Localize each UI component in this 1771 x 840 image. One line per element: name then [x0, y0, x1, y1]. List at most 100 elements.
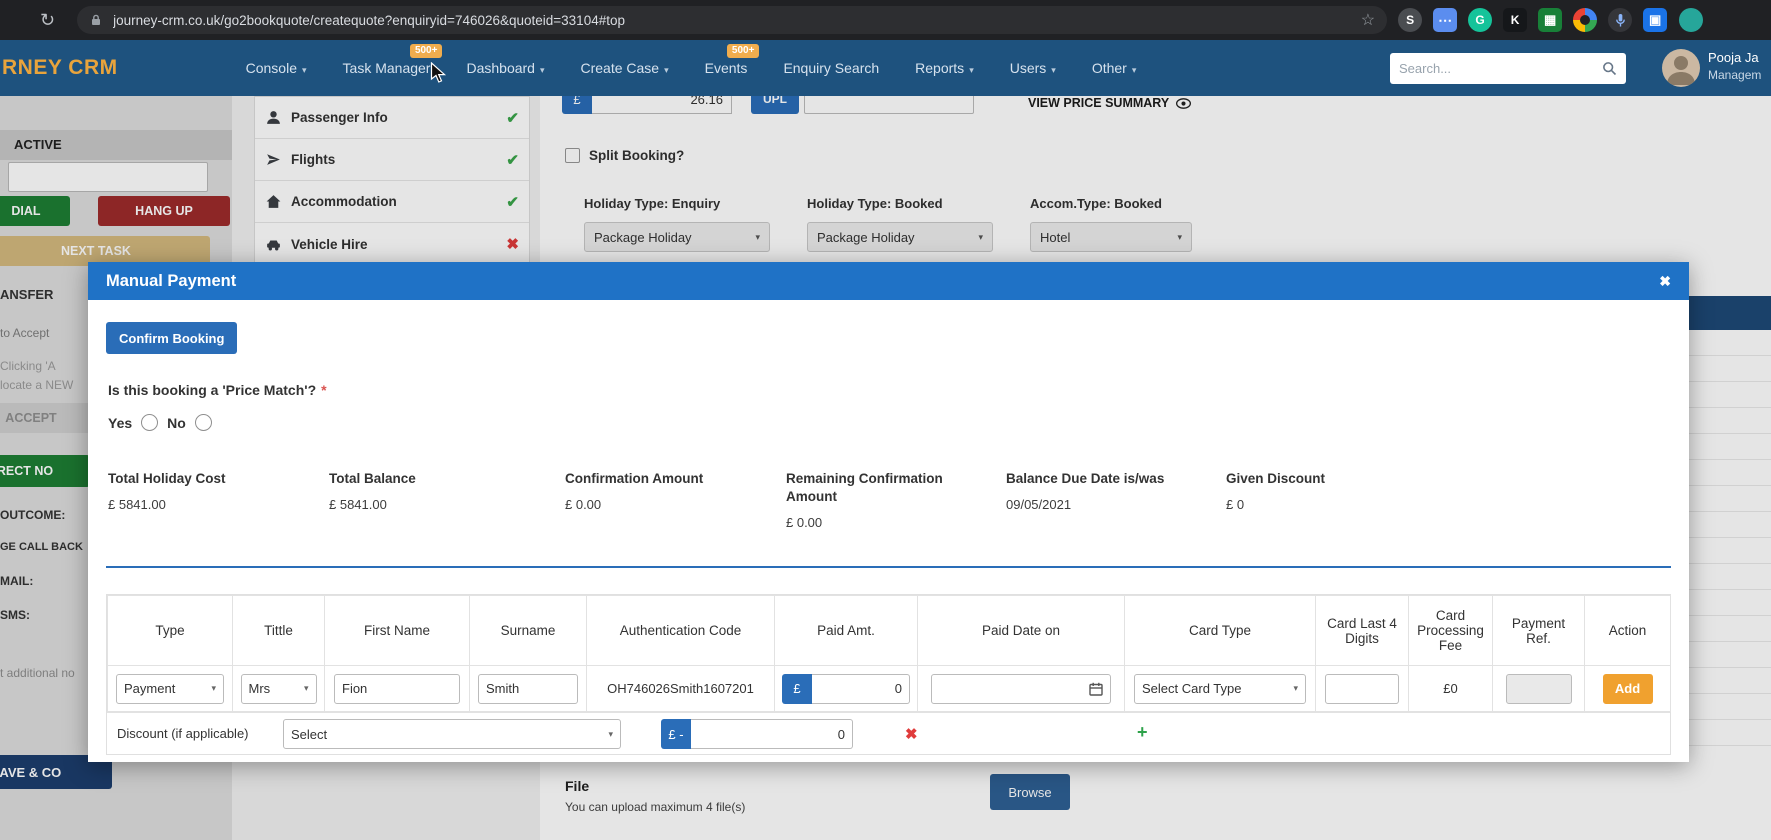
payment-table: Type Tittle First Name Surname Authentic…	[106, 594, 1671, 755]
nav-item-task-manager[interactable]: Task Manager 500+	[343, 44, 443, 76]
close-icon[interactable]: ✖	[1659, 273, 1671, 290]
card-type-select[interactable]: Select Card Type ▾	[1134, 673, 1306, 704]
chevron-down-icon: ▾	[969, 65, 974, 75]
user-avatar[interactable]	[1662, 49, 1700, 87]
col-surname: Surname	[469, 595, 587, 666]
first-name-input[interactable]	[334, 673, 460, 704]
confirm-booking-button[interactable]: Confirm Booking	[106, 322, 238, 354]
col-tittle: Tittle	[232, 595, 325, 666]
discount-label: Discount (if applicable)	[117, 726, 249, 741]
user-role: Managem	[1708, 68, 1762, 82]
chevron-down-icon: ▾	[303, 683, 309, 693]
bookmark-star-icon[interactable]: ☆	[1361, 10, 1375, 30]
price-match-yes-radio[interactable]	[141, 414, 159, 431]
nav-item-users[interactable]: Users ▾	[1010, 60, 1056, 76]
price-match-question: Is this booking a 'Price Match'? *	[108, 382, 327, 398]
address-bar[interactable]: journey-crm.co.uk/go2bookquote/createquo…	[77, 6, 1388, 34]
modal-title: Manual Payment	[106, 271, 237, 290]
nav-item-enquiry-search[interactable]: Enquiry Search	[783, 60, 879, 76]
payment-table-row: Payment▾ Mrs▾ OH746026Smith1607201	[107, 665, 1671, 712]
paid-date-field	[931, 673, 1111, 704]
extension-more-icon[interactable]: ⋯	[1433, 8, 1458, 32]
payment-table-header-row: Type Tittle First Name Surname Authentic…	[107, 595, 1671, 666]
microphone-icon[interactable]	[1608, 8, 1633, 32]
price-match-radios: Yes No	[108, 414, 212, 431]
col-card-type: Card Type	[1124, 595, 1316, 666]
sheets-extension-icon[interactable]: ▦	[1538, 8, 1563, 32]
user-name: Pooja Ja	[1708, 50, 1759, 65]
discount-amount-input[interactable]	[691, 719, 853, 749]
discount-currency-prefix: £ -	[661, 719, 691, 749]
card-last4-input[interactable]	[1325, 673, 1399, 704]
discount-row: Discount (if applicable) Select▾ £ - ✖ +	[107, 712, 1670, 754]
summary-total-balance: Total Balance £ 5841.00	[329, 471, 416, 512]
nav-item-console[interactable]: Console ▾	[246, 60, 307, 76]
grammarly-icon[interactable]: G	[1468, 8, 1493, 32]
user-meta[interactable]: Pooja Ja Managem	[1708, 50, 1770, 82]
apps-extension-icon[interactable]: ▣	[1643, 8, 1668, 32]
col-payment-ref: Payment Ref.	[1492, 595, 1585, 666]
summary-remaining-confirmation-amount: Remaining Confirmation Amount £ 0.00	[786, 471, 943, 530]
profile-extension-icon[interactable]	[1679, 8, 1704, 32]
task-manager-badge: 500+	[409, 44, 443, 58]
chevron-down-icon: ▾	[1051, 65, 1056, 75]
paid-amount-group: £	[782, 673, 910, 704]
browser-bar: ↻ journey-crm.co.uk/go2bookquote/createq…	[0, 0, 1771, 40]
google-extension-icon[interactable]	[1573, 8, 1598, 32]
reload-icon[interactable]: ↻	[40, 10, 55, 31]
type-select[interactable]: Payment ▾	[116, 673, 224, 704]
col-card-processing-fee: Card Processing Fee	[1408, 595, 1493, 666]
nav-item-reports[interactable]: Reports ▾	[915, 60, 974, 76]
events-badge: 500+	[726, 44, 760, 58]
surname-input[interactable]	[478, 673, 578, 704]
extension-s-icon[interactable]: S	[1398, 8, 1423, 32]
screen: ↻ journey-crm.co.uk/go2bookquote/createq…	[0, 0, 1771, 840]
nav-menu: Console ▾ Task Manager 500+ Dashboard ▾ Cr…	[246, 44, 1137, 76]
chevron-down-icon: ▾	[539, 65, 545, 75]
paid-amount-input[interactable]	[812, 673, 910, 704]
chevron-down-icon: ▾	[1131, 65, 1137, 75]
col-type: Type	[107, 595, 233, 666]
nav-item-other[interactable]: Other ▾	[1092, 60, 1137, 76]
col-action: Action	[1584, 595, 1671, 666]
discount-amount-group: £ -	[661, 719, 853, 749]
summary-given-discount: Given Discount £ 0	[1226, 471, 1326, 512]
chevron-down-icon: ▾	[664, 65, 669, 75]
chevron-down-icon: ▾	[302, 65, 307, 75]
col-paid-amt: Paid Amt.	[774, 595, 918, 666]
nav-item-dashboard[interactable]: Dashboard ▾	[466, 60, 544, 76]
summary-total-holiday-cost: Total Holiday Cost £ 5841.00	[108, 471, 226, 512]
required-asterisk: *	[321, 382, 327, 398]
discount-select[interactable]: Select ▾	[283, 719, 621, 749]
remove-discount-icon[interactable]: ✖	[905, 725, 918, 743]
currency-prefix: £	[782, 673, 812, 704]
paid-date-input[interactable]	[931, 673, 1111, 704]
radio-no-label: No	[167, 414, 186, 431]
calendar-icon[interactable]	[1089, 682, 1103, 696]
search-icon[interactable]	[1602, 61, 1617, 76]
chevron-down-icon: ▾	[1293, 683, 1298, 693]
kami-icon[interactable]: K	[1503, 8, 1528, 32]
price-match-no-radio[interactable]	[194, 414, 212, 431]
col-card-last-4: Card Last 4 Digits	[1315, 595, 1409, 666]
modal-header: Manual Payment ✖	[88, 262, 1689, 300]
payment-ref-input[interactable]	[1505, 673, 1572, 704]
brand-logo[interactable]: RNEY CRM	[2, 56, 118, 80]
title-select[interactable]: Mrs ▾	[240, 673, 317, 704]
radio-yes-label: Yes	[108, 414, 133, 431]
add-row-icon[interactable]: +	[1137, 722, 1148, 743]
summary-divider	[106, 566, 1671, 568]
search-input[interactable]	[1399, 61, 1602, 76]
chevron-down-icon: ▾	[211, 683, 216, 693]
col-first-name: First Name	[324, 595, 470, 666]
col-paid-date-on: Paid Date on	[917, 595, 1125, 666]
nav-item-create-case[interactable]: Create Case ▾	[581, 60, 669, 76]
authentication-code-value: OH746026Smith1607201	[607, 681, 754, 696]
global-search	[1390, 53, 1626, 84]
site-info-lock-icon[interactable]	[89, 13, 103, 27]
add-payment-button[interactable]: Add	[1602, 673, 1653, 704]
summary-confirmation-amount: Confirmation Amount £ 0.00	[565, 471, 704, 512]
nav-item-events[interactable]: Events 500+	[705, 44, 760, 76]
top-navbar: RNEY CRM Console ▾ Task Manager 500+ Dash…	[0, 40, 1771, 96]
manual-payment-modal: Manual Payment ✖ Confirm Booking Is this…	[88, 262, 1689, 762]
